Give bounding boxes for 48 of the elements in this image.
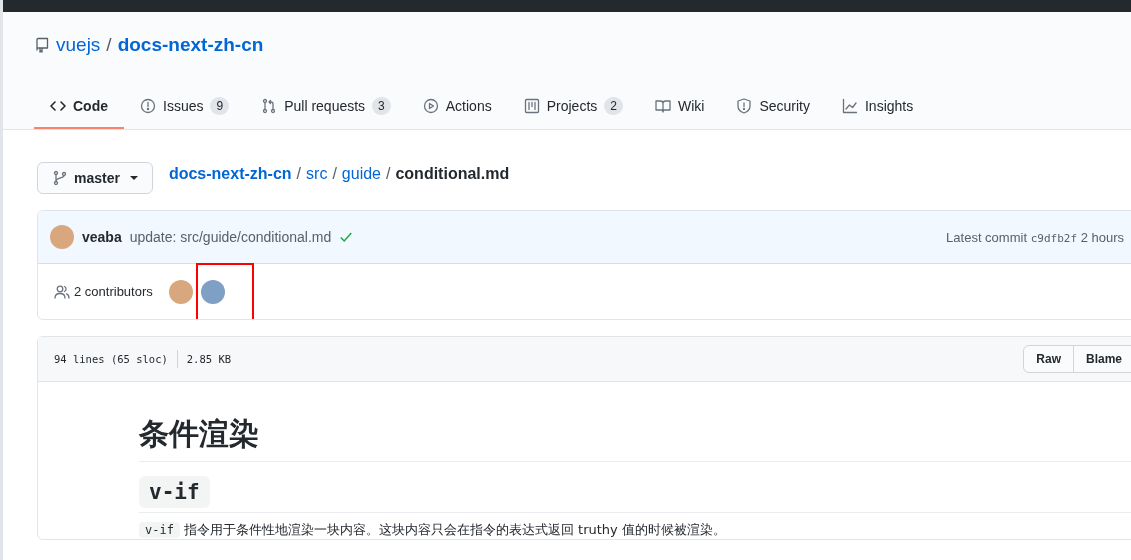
repo-tab[interactable]: Projects 2 (507, 85, 639, 129)
issue-icon (140, 98, 156, 114)
path-separator: / (332, 165, 337, 183)
count-badge: 3 (372, 97, 391, 115)
repo-tab[interactable]: Code (34, 85, 124, 129)
file-view-button[interactable]: Blame (1074, 345, 1131, 373)
repo-owner-link[interactable]: vuejs (56, 34, 101, 56)
repo-tab[interactable]: Wiki (638, 85, 721, 129)
breadcrumb-link[interactable]: docs-next-zh-cn (168, 165, 292, 183)
repo-tab[interactable]: Issues 9 (124, 85, 246, 129)
file-view-button[interactable]: Raw (1023, 345, 1074, 373)
latest-commit-info: Latest commit c9dfb2f 2 hours (946, 229, 1125, 245)
path-separator: / (296, 165, 302, 183)
commit-author[interactable]: veaba (82, 229, 122, 245)
repo-separator: / (106, 34, 112, 56)
project-board-icon (523, 98, 540, 114)
shield-icon (736, 98, 753, 114)
count-badge: 2 (604, 97, 623, 115)
repo-tab[interactable]: Insights (826, 85, 930, 129)
user-avatar (50, 225, 74, 249)
pull-request-icon (261, 98, 278, 114)
line-count: 94 lines (65 sloc) (54, 353, 168, 365)
user-avatar[interactable] (168, 279, 193, 304)
repo-name-link[interactable]: docs-next-zh-cn (117, 34, 264, 56)
file-size: 2.85 KB (186, 353, 232, 365)
caret-icon (129, 176, 138, 180)
section-heading: v-if (139, 476, 210, 508)
count-badge: 9 (210, 97, 230, 115)
book-icon (654, 98, 671, 114)
breadcrumb-link[interactable]: guide (341, 165, 381, 183)
people-icon (54, 283, 70, 300)
repo-tab[interactable]: Actions (406, 85, 508, 129)
branch-icon (52, 170, 68, 186)
branch-selector[interactable]: master (37, 162, 153, 194)
page-heading: 条件渲染 (139, 414, 1131, 462)
repo-tab[interactable]: Pull requests 3 (245, 85, 407, 129)
paragraph: v-if 指令用于条件性地渲染一块内容。这块内容只会在指令的表达式返回 truthy 值的时候被渲染。 (139, 521, 1131, 539)
repository-icon (34, 37, 50, 53)
breadcrumb-link[interactable]: src (306, 165, 328, 183)
commit-message[interactable]: update: src/guide/conditional.md (129, 229, 332, 245)
user-avatar[interactable] (200, 279, 225, 304)
path-separator: / (386, 165, 391, 183)
play-icon (422, 98, 439, 114)
code-icon (50, 98, 66, 114)
repo-tab[interactable]: Security (720, 85, 826, 129)
file-name: conditional.md (395, 165, 510, 183)
graph-icon (842, 98, 858, 114)
contributors-link[interactable]: 2 contributors (74, 284, 153, 299)
